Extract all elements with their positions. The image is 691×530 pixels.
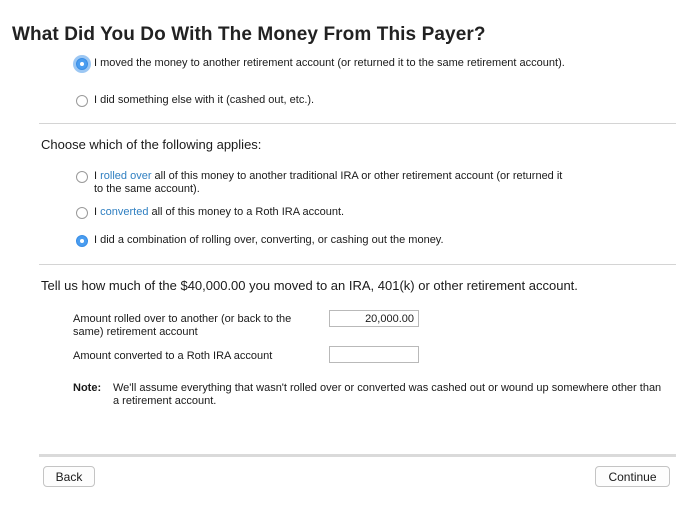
radio-converted[interactable] xyxy=(76,207,88,219)
option-combination-label: I did a combination of rolling over, con… xyxy=(94,234,444,246)
section-divider xyxy=(39,123,676,124)
back-button[interactable]: Back xyxy=(43,466,95,487)
option-moved-money[interactable]: I moved the money to another retirement … xyxy=(76,57,596,70)
option-rolled-over-label: I rolled over all of this money to anoth… xyxy=(94,170,574,196)
converted-amount-input[interactable] xyxy=(329,346,419,363)
radio-something-else[interactable] xyxy=(76,95,88,107)
continue-button[interactable]: Continue xyxy=(595,466,670,487)
applies-heading: Choose which of the following applies: xyxy=(41,137,262,152)
rolled-over-link[interactable]: rolled over xyxy=(100,170,151,182)
option-combination[interactable]: I did a combination of rolling over, con… xyxy=(76,234,444,247)
option-moved-money-label: I moved the money to another retirement … xyxy=(94,57,565,69)
option-converted[interactable]: I converted all of this money to a Roth … xyxy=(76,206,344,219)
note-text: We'll assume everything that wasn't roll… xyxy=(113,382,662,407)
radio-combination[interactable] xyxy=(76,235,88,247)
option-converted-label: I converted all of this money to a Roth … xyxy=(94,206,344,219)
option-rolled-over[interactable]: I rolled over all of this money to anoth… xyxy=(76,170,596,196)
radio-moved-money[interactable] xyxy=(76,58,88,70)
radio-rolled-over[interactable] xyxy=(76,171,88,183)
section-divider xyxy=(39,264,676,265)
page-title: What Did You Do With The Money From This… xyxy=(12,24,486,45)
footer-divider xyxy=(39,454,676,457)
rolled-over-amount-label: Amount rolled over to another (or back t… xyxy=(73,313,292,338)
rolled-over-amount-input[interactable] xyxy=(329,310,419,327)
option-something-else[interactable]: I did something else with it (cashed out… xyxy=(76,94,314,107)
option-something-else-label: I did something else with it (cashed out… xyxy=(94,94,315,106)
converted-amount-label: Amount converted to a Roth IRA account xyxy=(73,350,273,362)
option-text: all of this money to a Roth IRA account. xyxy=(148,206,345,218)
amount-heading: Tell us how much of the $40,000.00 you m… xyxy=(41,278,578,293)
note-label: Note: xyxy=(73,382,102,394)
converted-link[interactable]: converted xyxy=(100,206,148,218)
option-text: all of this money to another traditional… xyxy=(94,170,563,195)
